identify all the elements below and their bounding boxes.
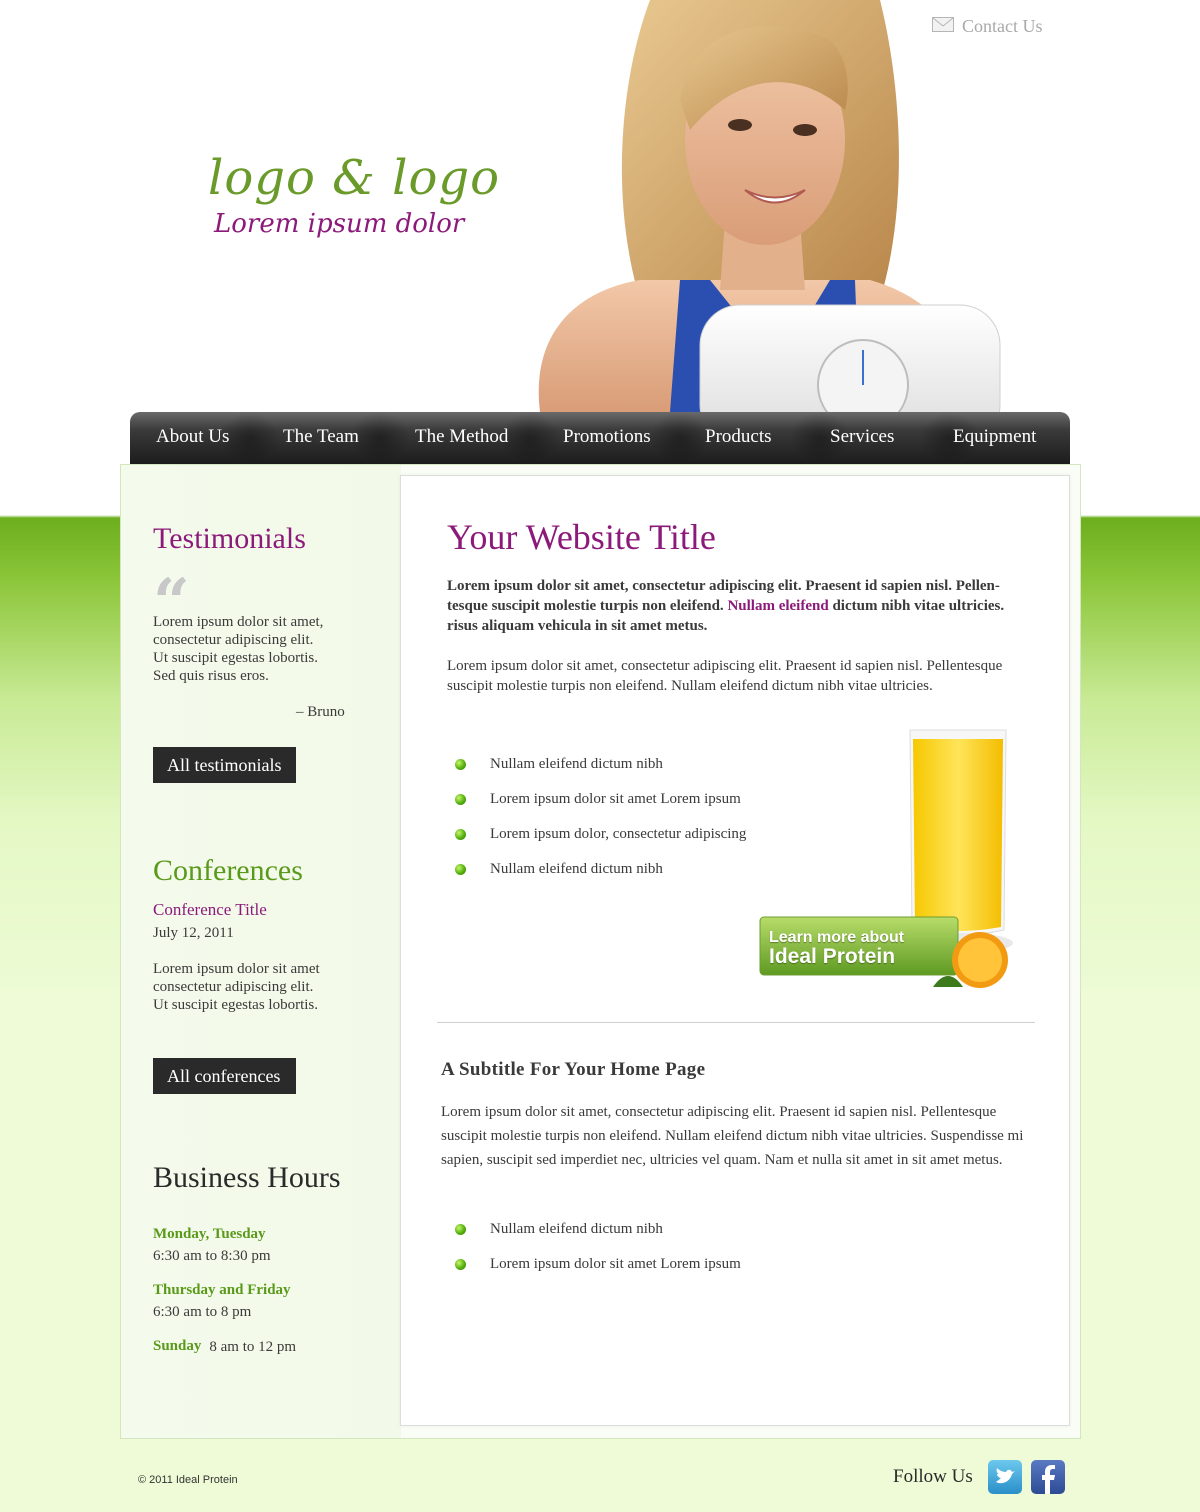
business-hours-heading: Business Hours	[153, 1161, 341, 1194]
body-line: Lorem ipsum dolor sit amet, consectetur …	[447, 658, 1003, 674]
page-subtitle: A Subtitle For Your Home Page	[441, 1059, 706, 1080]
bullet-icon	[455, 794, 466, 805]
logo-main-text: logo & logo	[208, 150, 500, 206]
hours-days: Sunday	[153, 1338, 202, 1354]
bullet-icon	[455, 759, 466, 770]
envelope-icon	[932, 16, 954, 37]
facebook-icon[interactable]	[1031, 1460, 1065, 1494]
follow-us-label: Follow Us	[893, 1466, 973, 1487]
promo-line: Learn more about	[769, 929, 905, 946]
intro-line: tesque suscipit molestie turpis non elei…	[447, 596, 1017, 616]
conference-date: July 12, 2011	[153, 925, 234, 941]
promo-line: Ideal Protein	[769, 945, 896, 968]
body-line: suscipit molestie turpis non eleifend. N…	[447, 678, 933, 694]
nav-equipment[interactable]: Equipment	[953, 426, 1036, 448]
intro-line: Lorem ipsum dolor sit amet, consectetur …	[447, 578, 1000, 594]
conference-text: Lorem ipsum dolor sit amet consectetur a…	[153, 960, 373, 1014]
hours-row: Sunday 8 am to 12 pm	[153, 1338, 296, 1356]
quote-line: Ut suscipit egestas lobortis.	[153, 650, 318, 666]
bullet-icon	[455, 1224, 466, 1235]
list-item: Lorem ipsum dolor sit amet Lorem ipsum	[455, 791, 741, 808]
nav-promotions[interactable]: Promotions	[563, 426, 651, 448]
list-item: Lorem ipsum dolor, consectetur adipiscin…	[455, 826, 746, 843]
logo[interactable]: logo & logo Lorem ipsum dolor	[208, 148, 508, 240]
list-item-text: Lorem ipsum dolor sit amet Lorem ipsum	[490, 1256, 741, 1272]
bullet-icon	[455, 829, 466, 840]
hours-days: Thursday and Friday	[153, 1282, 291, 1298]
promo-label: Learn more about Ideal Protein	[769, 929, 904, 968]
ideal-protein-promo[interactable]: Learn more about Ideal Protein	[758, 725, 1028, 1000]
contact-us-link[interactable]: Contact Us	[932, 14, 1043, 38]
quote-line: Sed quis risus eros.	[153, 668, 269, 684]
list-item-text: Nullam eleifend dictum nibh	[490, 861, 663, 877]
testimonial-quote: Lorem ipsum dolor sit amet, consectetur …	[153, 613, 373, 685]
body-line: Lorem ipsum dolor sit amet, consectetur …	[441, 1104, 997, 1120]
conferences-heading: Conferences	[153, 854, 303, 887]
list-item-text: Nullam eleifend dictum nibh	[490, 756, 663, 772]
conference-title-link[interactable]: Conference Title	[153, 900, 267, 920]
contact-us-label: Contact Us	[962, 15, 1043, 36]
conference-text-line: Ut suscipit egestas lobortis.	[153, 997, 318, 1013]
conference-text-line: consectetur adipiscing elit.	[153, 979, 314, 995]
list-item-text: Lorem ipsum dolor sit amet Lorem ipsum	[490, 791, 741, 807]
hours-time: 8 am to 12 pm	[209, 1339, 297, 1355]
conference-text-line: Lorem ipsum dolor sit amet	[153, 961, 320, 977]
quote-line: Lorem ipsum dolor sit amet,	[153, 614, 324, 630]
hours-time: 6:30 am to 8 pm	[153, 1304, 252, 1320]
header: Contact Us logo & logo Lorem ipsum dolor	[0, 0, 1200, 412]
body-paragraph: Lorem ipsum dolor sit amet, consectetur …	[447, 656, 1027, 696]
intro-text: tesque suscipit molestie turpis non elei…	[447, 598, 728, 614]
nav-products[interactable]: Products	[705, 426, 772, 448]
nav-the-team[interactable]: The Team	[283, 426, 359, 448]
logo-tagline: Lorem ipsum dolor	[214, 209, 465, 239]
intro-paragraph: Lorem ipsum dolor sit amet, consectetur …	[447, 576, 1017, 636]
hours-days: Monday, Tuesday	[153, 1226, 266, 1242]
all-testimonials-button[interactable]: All testimonials	[153, 747, 296, 783]
copyright-text: © 2011 Ideal Protein	[138, 1474, 238, 1486]
twitter-icon[interactable]	[988, 1460, 1022, 1494]
bullet-icon	[455, 864, 466, 875]
hours-time: 6:30 am to 8:30 pm	[153, 1248, 271, 1264]
section-divider	[437, 1022, 1035, 1023]
list-item: Lorem ipsum dolor sit amet Lorem ipsum	[455, 1256, 741, 1273]
all-conferences-button[interactable]: All conferences	[153, 1058, 296, 1094]
hero-image	[500, 0, 1030, 412]
intro-line: risus aliquam vehicula in sit amet metus…	[447, 618, 708, 634]
body-line: suscipit molestie turpis non eleifend. N…	[441, 1128, 1024, 1144]
list-item: Nullam eleifend dictum nibh	[455, 861, 663, 878]
testimonials-heading: Testimonials	[153, 522, 306, 555]
nav-the-method[interactable]: The Method	[415, 426, 508, 448]
intro-text: dictum nibh vitae ultricies.	[828, 598, 1005, 614]
testimonial-author: – Bruno	[296, 704, 345, 720]
intro-link[interactable]: Nullam eleifend	[727, 598, 828, 614]
list-item-text: Lorem ipsum dolor, consectetur adipiscin…	[490, 826, 747, 842]
nav-services[interactable]: Services	[830, 426, 894, 448]
quote-line: consectetur adipiscing elit.	[153, 632, 314, 648]
body-line: sapien, suscipit sed imperdiet nec, ultr…	[441, 1152, 1003, 1168]
list-item: Nullam eleifend dictum nibh	[455, 756, 663, 773]
bullet-icon	[455, 1259, 466, 1270]
list-item-text: Nullam eleifend dictum nibh	[490, 1221, 663, 1237]
subtitle-paragraph: Lorem ipsum dolor sit amet, consectetur …	[441, 1100, 1041, 1172]
main-nav: About Us The Team The Method Promotions …	[130, 412, 1070, 464]
page-title: Your Website Title	[447, 517, 716, 557]
nav-about-us[interactable]: About Us	[156, 426, 229, 448]
list-item: Nullam eleifend dictum nibh	[455, 1221, 663, 1238]
